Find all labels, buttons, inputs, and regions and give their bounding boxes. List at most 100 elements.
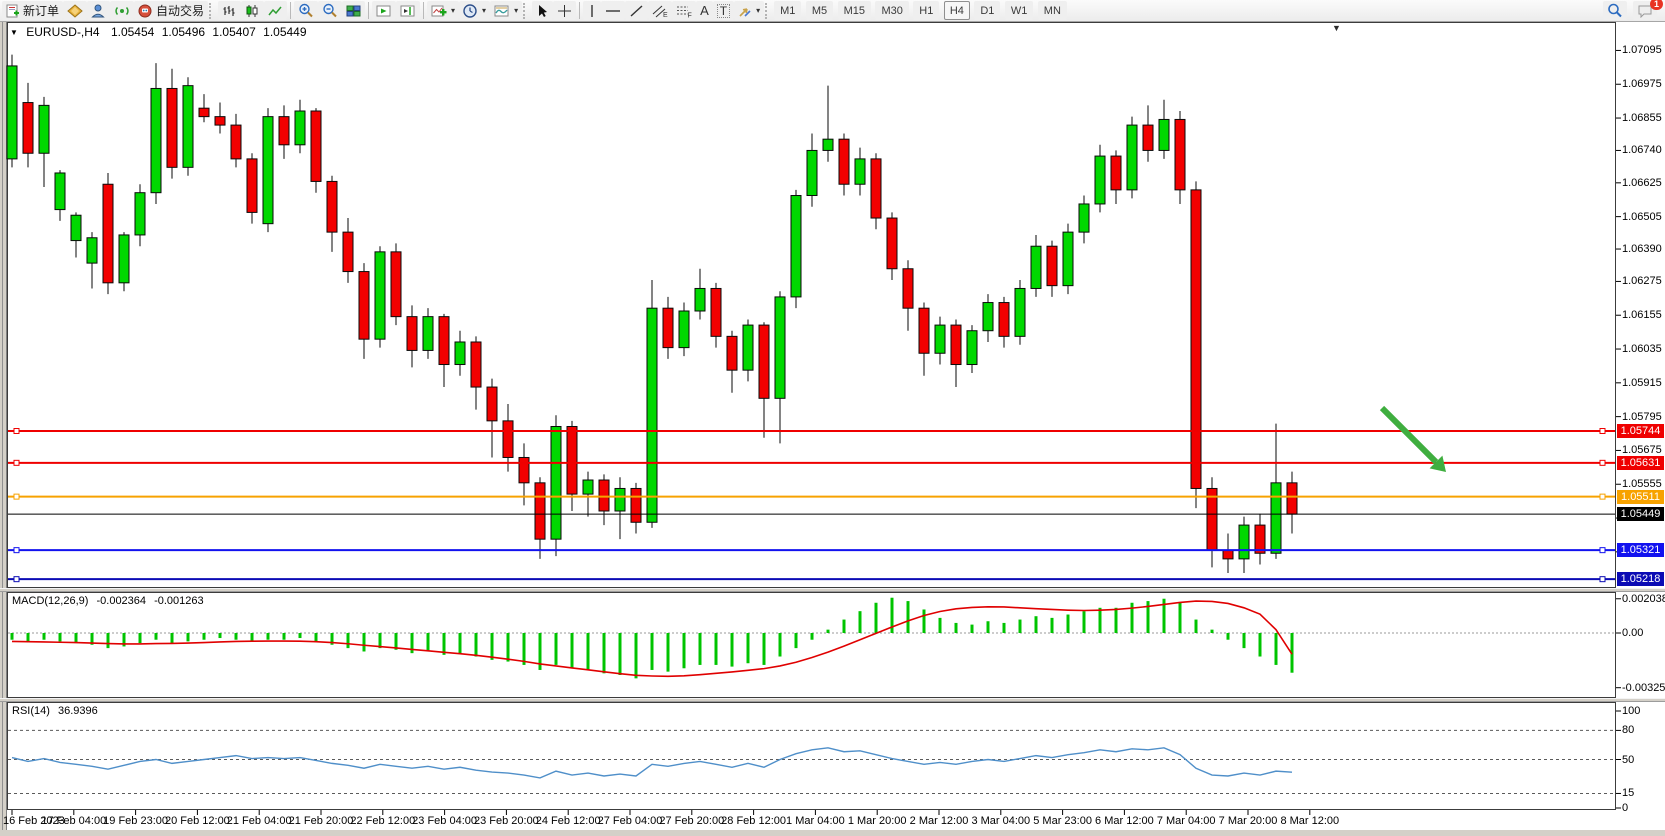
timeframe-w1-button[interactable]: W1 (1005, 1, 1034, 20)
add-indicator-icon (431, 4, 447, 18)
toolbar-separator (579, 2, 580, 19)
crosshair-icon (557, 4, 572, 18)
shapes-tool-button[interactable]: ▾ (734, 1, 764, 20)
svg-text:E: E (663, 12, 668, 18)
trendline-tool-button[interactable] (625, 1, 648, 20)
pane-splitter[interactable] (0, 588, 1665, 592)
new-order-button[interactable]: 新订单 (2, 1, 63, 20)
toolbar-grip (765, 3, 771, 19)
collapse-triangle-icon[interactable]: ▼ (10, 28, 18, 37)
shapes-arrow-icon (738, 4, 752, 18)
fibonacci-tool-button[interactable]: F (672, 1, 696, 20)
chart-symbol-period: EURUSD-,H4 (26, 25, 99, 39)
price-axis-tick-label: 1.06390 (1622, 243, 1662, 255)
line-chart-icon (268, 4, 283, 18)
zoom-in-button[interactable] (294, 1, 318, 20)
timeframe-group: M1 M5 M15 M30 H1 H4 D1 W1 MN (774, 1, 1067, 21)
chart-title: ▼ EURUSD-,H4 1.05454 1.05496 1.05407 1.0… (10, 25, 307, 39)
ohlc-close: 1.05449 (263, 25, 306, 39)
notification-count-badge: 1 (1650, 0, 1663, 10)
price-level-badge: 1.05511 (1617, 490, 1664, 504)
caret-down-icon: ▾ (451, 6, 455, 15)
auto-scroll-icon (376, 4, 392, 18)
main-chart-pane[interactable] (7, 22, 1616, 588)
tile-windows-button[interactable] (342, 1, 365, 20)
cursor-tool-button[interactable] (532, 1, 553, 20)
vertical-line-tool-button[interactable] (583, 1, 601, 20)
price-level-badge: 1.05449 (1617, 507, 1664, 521)
search-button[interactable] (1603, 1, 1627, 20)
signal-button[interactable] (110, 1, 134, 20)
templates-button[interactable]: ▾ (490, 1, 522, 20)
auto-scroll-button[interactable] (372, 1, 396, 20)
macd-axis-tick-label: 0.002038 (1622, 593, 1665, 605)
ohlc-low: 1.05407 (212, 25, 255, 39)
periods-button[interactable]: ▾ (459, 1, 490, 20)
caret-down-icon: ▾ (514, 6, 518, 15)
time-axis-label: 8 Mar 12:00 (1268, 815, 1352, 827)
tile-windows-icon (346, 4, 361, 18)
horizontal-line-tool-button[interactable] (601, 1, 625, 20)
timeframe-d1-button[interactable]: D1 (974, 1, 1000, 20)
chart-shift-button[interactable] (396, 1, 420, 20)
price-axis-tick-label: 1.05555 (1622, 478, 1662, 490)
macd-axis-tick-label: -0.003256 (1622, 682, 1665, 694)
toolbar-grip (209, 3, 215, 19)
crosshair-tool-button[interactable] (553, 1, 576, 20)
notifications-button[interactable]: 1 (1633, 1, 1657, 20)
autotrading-label: 自动交易 (156, 2, 204, 19)
price-axis-tick-label: 1.06625 (1622, 177, 1662, 189)
chart-shift-icon (400, 4, 416, 18)
toolbar-separator (423, 2, 424, 19)
timeframe-m30-button[interactable]: M30 (875, 1, 908, 20)
rsi-label: RSI(14) 36.9396 (12, 705, 98, 717)
timeframe-m15-button[interactable]: M15 (838, 1, 871, 20)
macd-signal-value: -0.001263 (154, 595, 204, 607)
rsi-pane[interactable] (7, 702, 1616, 810)
new-order-icon (6, 4, 20, 18)
timeframe-m1-button[interactable]: M1 (774, 1, 801, 20)
toolbar-separator (290, 2, 291, 19)
candlestick-chart-button[interactable] (241, 1, 264, 20)
price-axis-tick-label: 1.07095 (1622, 44, 1662, 56)
price-axis-tick-label: 1.06275 (1622, 275, 1662, 287)
price-axis-tick-label: 1.05795 (1622, 411, 1662, 423)
window-left-edge (0, 22, 7, 836)
price-level-badge: 1.05631 (1617, 456, 1664, 470)
rsi-axis-tick-label: 100 (1622, 705, 1640, 717)
profile-button[interactable] (87, 1, 110, 20)
rsi-axis-tick-label: 50 (1622, 754, 1634, 766)
chart-shift-marker-icon[interactable]: ▼ (1332, 23, 1341, 33)
price-level-badge: 1.05218 (1617, 572, 1664, 586)
metaeditor-button[interactable] (63, 1, 87, 20)
caret-down-icon: ▾ (482, 6, 486, 15)
bar-chart-icon (222, 4, 237, 18)
label-tool-button[interactable]: T (713, 1, 734, 20)
timeframe-mn-button[interactable]: MN (1038, 1, 1067, 20)
channel-icon: E (652, 4, 668, 18)
svg-text:F: F (688, 12, 692, 18)
timeframe-h1-button[interactable]: H1 (913, 1, 939, 20)
price-level-badge: 1.05744 (1617, 424, 1664, 438)
macd-pane[interactable] (7, 592, 1616, 698)
macd-axis-tick-label: 0.00 (1622, 627, 1643, 639)
pane-splitter[interactable] (0, 698, 1665, 702)
indicators-button[interactable]: ▾ (427, 1, 459, 20)
timeframe-h4-button[interactable]: H4 (944, 1, 970, 20)
price-axis-tick-label: 1.06155 (1622, 309, 1662, 321)
trendline-icon (629, 4, 644, 18)
text-tool-button[interactable]: A (696, 1, 713, 20)
fibonacci-icon: F (676, 4, 692, 18)
price-level-badge: 1.05321 (1617, 543, 1664, 557)
line-chart-button[interactable] (264, 1, 287, 20)
equidistant-channel-tool-button[interactable]: E (648, 1, 672, 20)
timeframe-m5-button[interactable]: M5 (806, 1, 833, 20)
toolbar-separator (368, 2, 369, 19)
zoom-out-button[interactable] (318, 1, 342, 20)
zoom-in-icon (298, 3, 314, 18)
bar-chart-button[interactable] (218, 1, 241, 20)
caret-down-icon: ▾ (756, 6, 760, 15)
autotrading-button[interactable]: 自动交易 (134, 1, 208, 20)
macd-label: MACD(12,26,9) -0.002364 -0.001263 (12, 595, 204, 607)
cursor-arrow-icon (536, 4, 549, 18)
